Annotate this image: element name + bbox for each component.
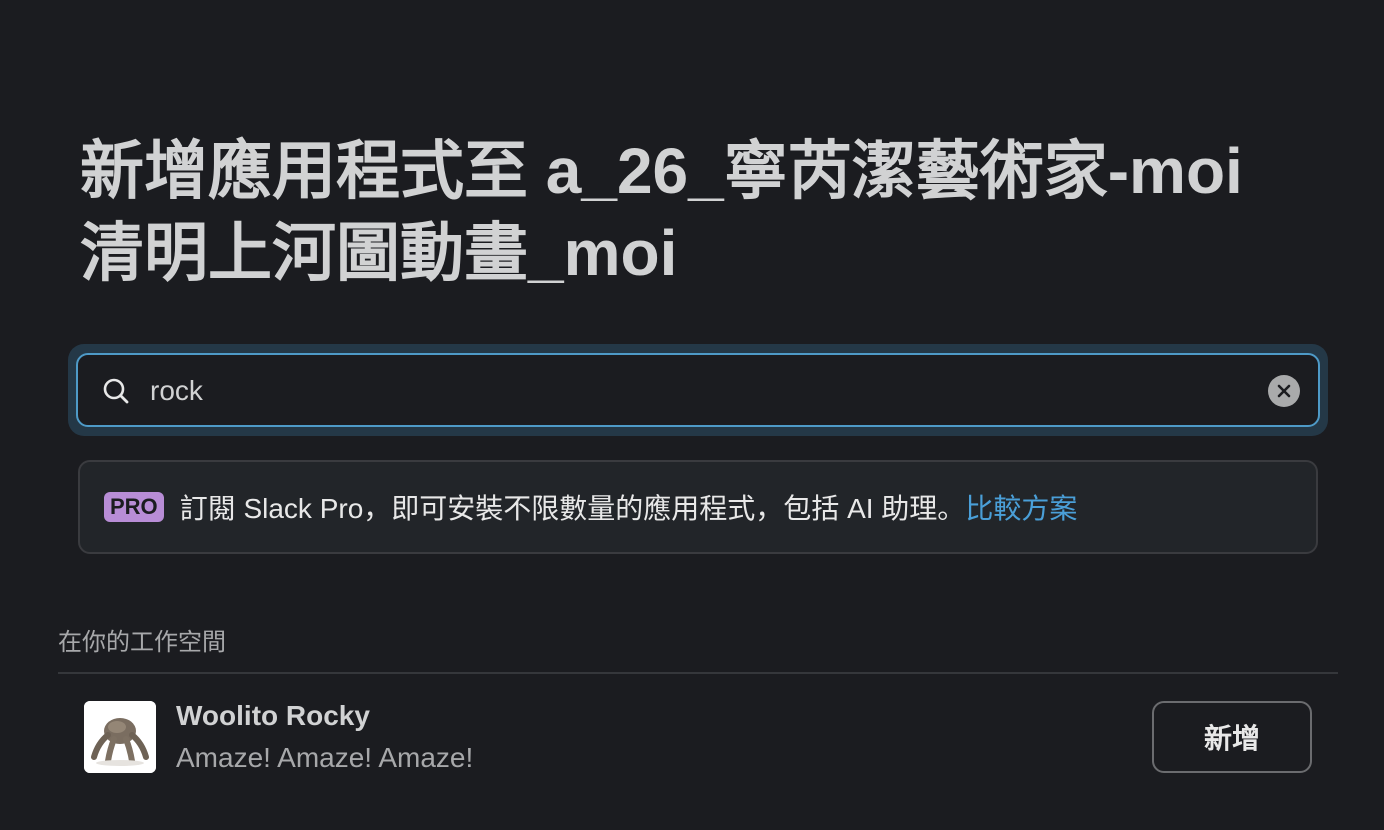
add-app-button[interactable]: 新增 bbox=[1152, 701, 1312, 773]
section-divider bbox=[58, 672, 1338, 674]
add-apps-page: 新增應用程式至 a_26_寧芮潔藝術家-moi 清明上河圖動畫_moi rock… bbox=[0, 0, 1384, 830]
app-name: Woolito Rocky bbox=[176, 700, 370, 731]
clear-search-button[interactable] bbox=[1268, 375, 1300, 407]
search-icon bbox=[102, 377, 130, 405]
pro-badge: PRO bbox=[104, 492, 164, 522]
search-input[interactable] bbox=[150, 367, 1250, 415]
page-title-line-2: 清明上河圖動畫_moi bbox=[80, 217, 678, 289]
compare-plans-link[interactable]: 比較方案 bbox=[965, 487, 1077, 527]
page-title-line-1: 新增應用程式至 a_26_寧芮潔藝術家-moi bbox=[80, 135, 1243, 207]
pro-upsell-text: 訂閱 Slack Pro，即可安裝不限數量的應用程式，包括 AI 助理。 bbox=[179, 493, 966, 524]
search-box[interactable] bbox=[76, 353, 1320, 427]
close-icon bbox=[1277, 384, 1291, 398]
search-focus-ring bbox=[68, 344, 1328, 436]
page-title: 新增應用程式至 a_26_寧芮潔藝術家-moi 清明上河圖動畫_moi bbox=[80, 130, 1320, 294]
app-list-item[interactable]: Woolito Rocky Amaze! Amaze! Amaze! 新增 bbox=[58, 690, 1338, 790]
app-description: Amaze! Amaze! Amaze! bbox=[176, 742, 474, 773]
app-avatar-woolito-rocky bbox=[84, 701, 156, 773]
pro-upsell-banner: PRO 訂閱 Slack Pro，即可安裝不限數量的應用程式，包括 AI 助理。… bbox=[78, 460, 1318, 554]
section-heading-in-workspace: 在你的工作空間 bbox=[58, 629, 226, 656]
